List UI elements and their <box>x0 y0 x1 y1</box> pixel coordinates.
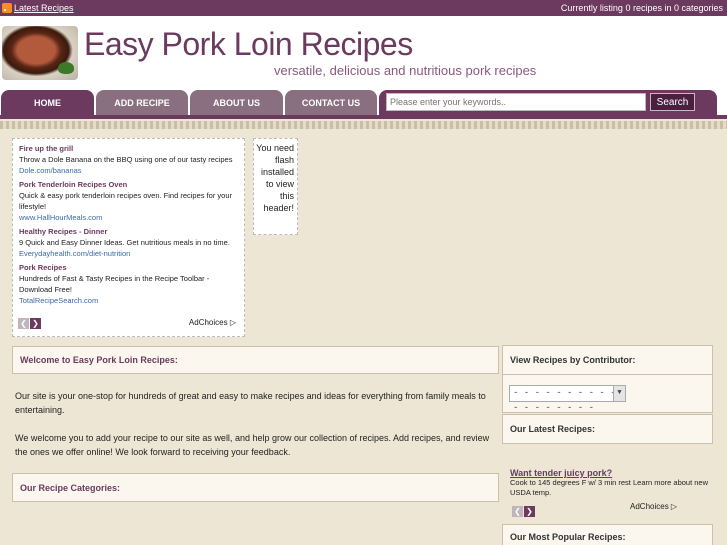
ad-text: Quick & easy pork tenderloin recipes ove… <box>19 191 233 211</box>
ad-item[interactable]: Pork Tenderloin Recipes Oven Quick & eas… <box>19 179 238 223</box>
search-button[interactable]: Search <box>650 93 695 111</box>
ad-box: Fire up the grill Throw a Dole Banana on… <box>12 138 245 337</box>
tab-contact-us[interactable]: CONTACT US <box>285 90 377 115</box>
welcome-text: Our site is your one-stop for hundreds o… <box>15 389 491 473</box>
sidebar-ad-pager: ❮ ❯ <box>512 501 536 519</box>
main-nav: HOME ADD RECIPE ABOUT US CONTACT US Sear… <box>0 90 727 118</box>
flash-placeholder: You need flash installed to view this he… <box>253 138 298 235</box>
ad-pager: ❮ ❯ <box>18 318 42 329</box>
top-bar: Latest Recipes Currently listing 0 recip… <box>0 0 727 16</box>
ad-item[interactable]: Pork Recipes Hundreds of Fast & Tasty Re… <box>19 262 238 306</box>
categories-heading: Our Recipe Categories: <box>12 473 499 502</box>
contributor-select[interactable]: - - - - - - - - - - - - - - - - - - ▼ <box>509 385 626 413</box>
ad-url[interactable]: Everydayhealth.com/diet-nutrition <box>19 248 238 259</box>
search-input[interactable] <box>386 93 646 111</box>
ad-text: Hundreds of Fast & Tasty Recipes in the … <box>19 274 210 294</box>
latest-recipes-heading: Our Latest Recipes: <box>502 414 713 444</box>
site-header: Easy Pork Loin Recipes versatile, delici… <box>0 16 727 90</box>
adchoices-label: AdChoices <box>188 318 228 327</box>
search-bar: Search <box>379 90 717 115</box>
latest-recipes-link[interactable]: Latest Recipes <box>14 0 74 16</box>
ad-title[interactable]: Fire up the grill <box>19 143 238 154</box>
recipe-count-status: Currently listing 0 recipes in 0 categor… <box>560 3 723 13</box>
welcome-paragraph: We welcome you to add your recipe to our… <box>15 433 490 457</box>
contributor-panel: - - - - - - - - - - - - - - - - - - ▼ <box>502 375 713 413</box>
decorative-stripe <box>0 121 727 129</box>
chevron-left-icon[interactable]: ❮ <box>512 506 523 517</box>
sidebar-ad[interactable]: Want tender juicy pork? Cook to 145 degr… <box>510 468 710 498</box>
pork-loin-photo <box>2 26 78 80</box>
popular-recipes-heading: Our Most Popular Recipes: <box>502 524 713 545</box>
welcome-paragraph: Our site is your one-stop for hundreds o… <box>15 391 486 415</box>
adchoices-icon: ▷ <box>670 502 678 511</box>
ad-url[interactable]: TotalRecipeSearch.com <box>19 295 238 306</box>
adchoices-link[interactable]: AdChoices ▷ <box>189 317 236 328</box>
chevron-right-icon[interactable]: ❯ <box>524 506 535 517</box>
sidebar-ad-title[interactable]: Want tender juicy pork? <box>510 468 710 478</box>
rss-icon[interactable] <box>2 3 12 13</box>
ad-item[interactable]: Fire up the grill Throw a Dole Banana on… <box>19 143 238 176</box>
contributor-heading: View Recipes by Contributor: <box>502 345 713 375</box>
ad-text: Throw a Dole Banana on the BBQ using one… <box>19 155 233 164</box>
adchoices-label: AdChoices <box>630 502 669 511</box>
ad-title[interactable]: Healthy Recipes - Dinner <box>19 226 238 237</box>
tab-add-recipe[interactable]: ADD RECIPE <box>96 90 188 115</box>
ad-text: 9 Quick and Easy Dinner Ideas. Get nutri… <box>19 238 230 247</box>
sidebar-ad-text: Cook to 145 degrees F w/ 3 min rest Lear… <box>510 478 709 497</box>
adchoices-icon: ▷ <box>229 318 236 327</box>
welcome-heading: Welcome to Easy Pork Loin Recipes: <box>12 346 499 374</box>
ad-url[interactable]: www.HallHourMeals.com <box>19 212 238 223</box>
site-title[interactable]: Easy Pork Loin Recipes <box>84 26 413 63</box>
tab-home[interactable]: HOME <box>1 90 94 115</box>
chevron-right-icon[interactable]: ❯ <box>30 318 41 329</box>
chevron-left-icon[interactable]: ❮ <box>18 318 29 329</box>
ad-url[interactable]: Dole.com/bananas <box>19 165 238 176</box>
contributor-selected-value: - - - - - - - - - - - - - - - - - - <box>513 388 616 413</box>
ad-item[interactable]: Healthy Recipes - Dinner 9 Quick and Eas… <box>19 226 238 259</box>
dropdown-arrow-icon[interactable]: ▼ <box>613 386 625 401</box>
ad-title[interactable]: Pork Tenderloin Recipes Oven <box>19 179 238 190</box>
tab-about-us[interactable]: ABOUT US <box>190 90 283 115</box>
site-tagline: versatile, delicious and nutritious pork… <box>274 63 537 78</box>
sidebar-adchoices-link[interactable]: AdChoices ▷ <box>630 502 677 511</box>
ad-title[interactable]: Pork Recipes <box>19 262 238 273</box>
nav-underline <box>0 115 727 119</box>
